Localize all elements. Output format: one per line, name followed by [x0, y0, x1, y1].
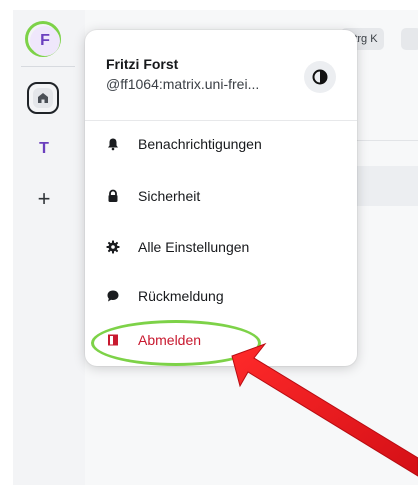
home-icon — [33, 88, 53, 108]
menu-divider — [85, 120, 357, 121]
add-space-button[interactable]: + — [33, 186, 55, 211]
app-window: F T + Strg K Fritzi Forst @ff1064:matrix… — [13, 10, 418, 485]
user-menu: Fritzi Forst @ff1064:matrix.uni-frei... … — [85, 30, 357, 366]
menu-item-label: Alle Einstellungen — [138, 239, 250, 255]
theme-toggle-button[interactable] — [304, 61, 336, 93]
menu-item-feedback[interactable]: Rückmeldung — [85, 279, 357, 313]
menu-item-label: Benachrichtigungen — [138, 136, 262, 152]
menu-item-label: Sicherheit — [138, 188, 201, 204]
sign-out-icon — [106, 333, 120, 347]
user-avatar[interactable]: F — [30, 26, 60, 56]
gear-icon — [106, 240, 120, 254]
contrast-icon — [312, 69, 328, 85]
menu-item-security[interactable]: Sicherheit — [85, 179, 357, 213]
header-button[interactable] — [401, 28, 418, 50]
space-rail: F T + — [13, 10, 85, 485]
profile-name: Fritzi Forst — [106, 56, 179, 72]
home-button[interactable] — [27, 82, 59, 114]
bell-icon — [106, 137, 120, 151]
menu-item-label: Abmelden — [138, 332, 202, 348]
chat-bubble-icon — [106, 289, 120, 303]
rail-divider — [21, 66, 75, 67]
space-avatar[interactable]: T — [33, 138, 55, 160]
profile-id: @ff1064:matrix.uni-frei... — [106, 76, 260, 92]
menu-item-all-settings[interactable]: Alle Einstellungen — [85, 230, 357, 264]
menu-item-notifications[interactable]: Benachrichtigungen — [85, 127, 357, 161]
lock-icon — [106, 189, 120, 203]
menu-item-sign-out[interactable]: Abmelden — [85, 323, 357, 357]
menu-item-label: Rückmeldung — [138, 288, 224, 304]
